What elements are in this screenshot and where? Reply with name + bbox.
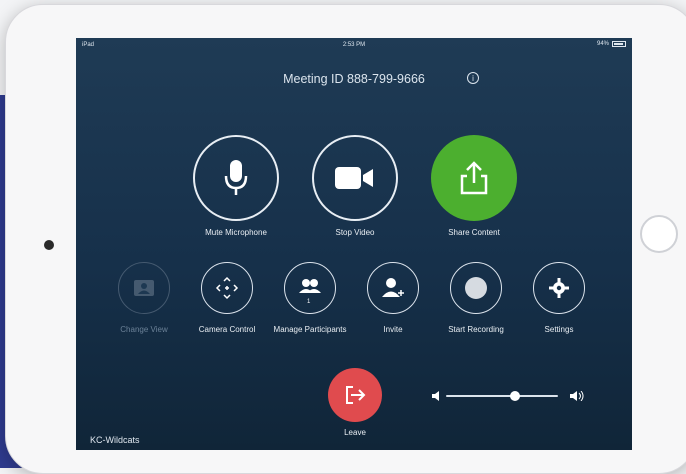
share-content-label: Share Content [448,228,500,237]
status-time: 2:53 PM [342,42,366,48]
ipad-frame: iPad 2:53 PM 94% Meeting ID 888-799-9666… [5,4,686,474]
front-camera [44,240,54,250]
invite-label: Invite [383,325,403,334]
status-right: 94% [597,41,626,47]
volume-slider-track[interactable] [446,391,558,401]
info-icon[interactable]: i [467,72,479,84]
gallery-view-icon [134,280,154,296]
participant-count-badge: 1 [307,299,311,305]
microphone-icon [224,160,248,195]
volume-control[interactable] [432,391,588,401]
share-content-button[interactable] [431,135,517,221]
change-view-button[interactable] [118,262,170,314]
leave-exit-icon [346,386,366,404]
camera-control-arrows-icon [215,276,239,300]
record-icon [465,277,487,299]
leave-button[interactable] [328,368,382,422]
start-recording-label: Start Recording [448,325,504,334]
share-upload-icon [460,161,488,195]
camera-control-label: Camera Control [198,325,256,334]
room-name: KC-Wildcats [90,435,140,445]
mute-microphone-button[interactable] [193,135,279,221]
home-button[interactable] [640,215,678,253]
invite-user-icon [382,278,404,297]
invite-button[interactable] [367,262,419,314]
change-view-label: Change View [120,325,168,334]
stop-video-label: Stop Video [335,228,375,237]
camera-control-button[interactable] [201,262,253,314]
volume-high-icon [570,391,584,401]
manage-participants-button[interactable]: 1 [284,262,336,314]
status-bar: iPad 2:53 PM 94% [76,38,632,52]
stop-video-button[interactable] [312,135,398,221]
settings-label: Settings [544,325,574,334]
volume-low-icon [432,391,439,401]
participants-icon [299,279,321,293]
leave-label: Leave [344,428,366,437]
mute-microphone-label: Mute Microphone [205,228,267,237]
settings-button[interactable] [533,262,585,314]
battery-icon [612,41,626,47]
manage-participants-label: Manage Participants [273,325,347,334]
video-camera-icon [335,167,373,189]
gear-icon [549,278,569,298]
volume-slider-thumb[interactable] [510,391,521,401]
zoom-room-controller-screen: iPad 2:53 PM 94% Meeting ID 888-799-9666… [76,38,632,450]
start-recording-button[interactable] [450,262,502,314]
meeting-id: Meeting ID 888-799-9666 [283,72,425,86]
battery-percent: 94% [596,41,609,47]
